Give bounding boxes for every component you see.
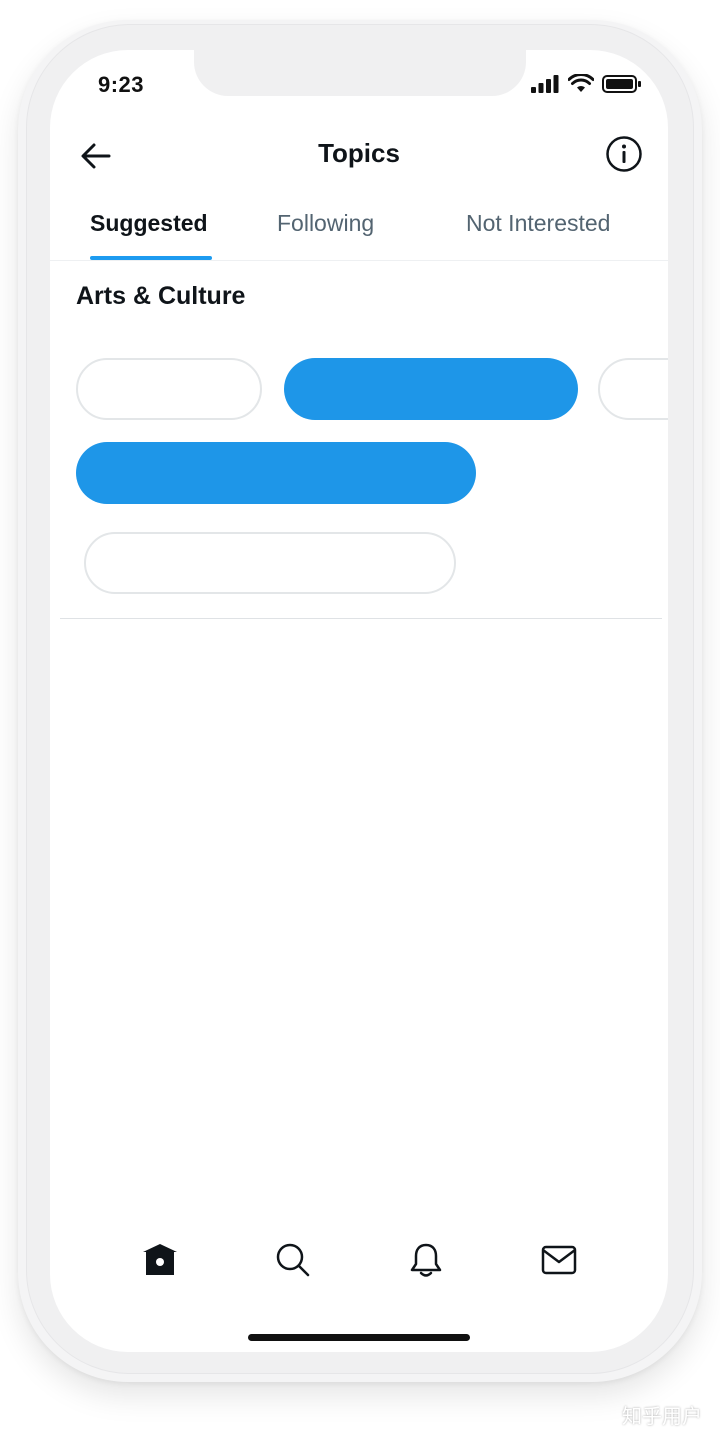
home-icon	[143, 1244, 177, 1275]
info-circle-icon	[606, 136, 642, 172]
section-title: Arts & Culture	[76, 282, 246, 310]
topic-chip[interactable]	[598, 358, 668, 420]
bell-icon	[410, 1243, 442, 1277]
active-tab-indicator	[90, 256, 212, 260]
section-divider	[60, 618, 662, 619]
tab-suggested[interactable]: Suggested	[90, 210, 208, 237]
phone-screen: 9:23 Topics Suggested Following Not Inte…	[50, 50, 668, 1352]
nav-notifications[interactable]	[406, 1240, 446, 1280]
topic-chip-selected[interactable]	[76, 442, 476, 504]
nav-messages[interactable]	[539, 1240, 579, 1280]
battery-icon	[602, 75, 641, 93]
mail-icon	[541, 1245, 577, 1275]
topic-chip[interactable]	[84, 532, 456, 594]
status-icons	[530, 74, 642, 94]
header: Topics	[50, 126, 668, 182]
watermark: 知乎用户	[622, 1404, 702, 1428]
wifi-icon	[568, 74, 594, 92]
signal-icon	[531, 75, 559, 93]
notch	[194, 50, 526, 96]
status-time: 9:23	[98, 72, 145, 97]
tab-following[interactable]: Following	[277, 210, 374, 237]
search-icon	[276, 1243, 310, 1277]
topic-chip-selected[interactable]	[284, 358, 578, 420]
nav-home[interactable]	[140, 1240, 180, 1280]
topic-chip[interactable]	[76, 358, 262, 420]
nav-search[interactable]	[273, 1240, 313, 1280]
page-title: Topics	[318, 138, 400, 168]
tab-bar: Suggested Following Not Interested	[50, 200, 668, 261]
info-button[interactable]	[604, 134, 644, 174]
bottom-nav	[50, 1230, 668, 1290]
tab-not-interested[interactable]: Not Interested	[466, 210, 610, 237]
home-indicator[interactable]	[248, 1334, 470, 1341]
